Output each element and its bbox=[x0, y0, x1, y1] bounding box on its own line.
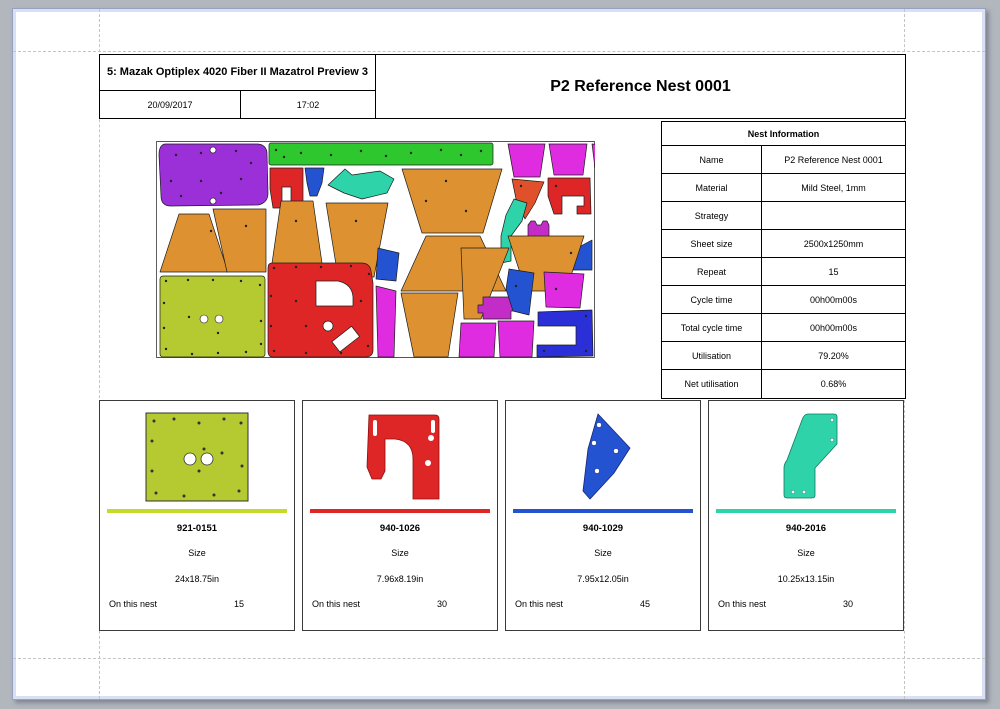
on-nest-count: 15 bbox=[234, 599, 244, 609]
on-nest-label: On this nest bbox=[718, 599, 766, 609]
part-thumbnail bbox=[709, 407, 903, 507]
on-nest-row: On this nest 30 bbox=[709, 599, 903, 609]
nest-part bbox=[498, 321, 534, 357]
machine-name-cell: 5: Mazak Optiplex 4020 Fiber II Mazatrol… bbox=[99, 54, 376, 91]
nest-part bbox=[549, 144, 587, 175]
table-row: Repeat 15 bbox=[662, 258, 905, 286]
report-date: 20/09/2017 bbox=[99, 90, 241, 119]
part-color-bar bbox=[310, 509, 490, 513]
table-row: Net utilisation 0.68% bbox=[662, 370, 905, 398]
on-nest-label: On this nest bbox=[109, 599, 157, 609]
table-row: Strategy bbox=[662, 202, 905, 230]
part-thumbnail bbox=[303, 407, 497, 507]
part-size-label: Size bbox=[100, 548, 294, 558]
report-title: P2 Reference Nest 0001 bbox=[375, 54, 906, 119]
nest-part bbox=[459, 323, 496, 357]
part-size-label: Size bbox=[303, 548, 497, 558]
report-page: 5: Mazak Optiplex 4020 Fiber II Mazatrol… bbox=[12, 8, 986, 700]
nest-part bbox=[508, 144, 545, 177]
part-size-label: Size bbox=[709, 548, 903, 558]
part-thumbnail bbox=[506, 407, 700, 507]
on-nest-label: On this nest bbox=[515, 599, 563, 609]
nest-part bbox=[544, 272, 584, 308]
table-row: Total cycle time 00h00m00s bbox=[662, 314, 905, 342]
part-size-label: Size bbox=[506, 548, 700, 558]
part-card: 940-1029 Size 7.95x12.05in On this nest … bbox=[505, 400, 701, 631]
part-thumbnail bbox=[100, 407, 294, 507]
table-row: Utilisation 79.20% bbox=[662, 342, 905, 370]
part-size-value: 7.96x8.19in bbox=[303, 574, 497, 584]
on-nest-row: On this nest 45 bbox=[506, 599, 700, 609]
on-nest-row: On this nest 15 bbox=[100, 599, 294, 609]
nest-part bbox=[160, 276, 265, 357]
part-color-bar bbox=[716, 509, 896, 513]
part-card-list: 921-0151 Size 24x18.75in On this nest 15 bbox=[99, 400, 904, 631]
part-size-value: 10.25x13.15in bbox=[709, 574, 903, 584]
nest-part bbox=[376, 248, 399, 281]
table-row: Name P2 Reference Nest 0001 bbox=[662, 146, 905, 174]
part-size-value: 24x18.75in bbox=[100, 574, 294, 584]
nest-preview-image bbox=[156, 141, 595, 358]
margin-guide-top bbox=[13, 51, 985, 52]
table-row: Sheet size 2500x1250mm bbox=[662, 230, 905, 258]
table-row: Cycle time 00h00m00s bbox=[662, 286, 905, 314]
nest-part bbox=[269, 143, 493, 165]
margin-guide-bottom bbox=[13, 658, 985, 659]
nest-information-table: Nest Information Name P2 Reference Nest … bbox=[661, 121, 906, 399]
on-nest-count: 30 bbox=[437, 599, 447, 609]
nest-part bbox=[376, 286, 396, 357]
part-color-bar bbox=[107, 509, 287, 513]
part-size-value: 7.95x12.05in bbox=[506, 574, 700, 584]
on-nest-count: 45 bbox=[640, 599, 650, 609]
part-number: 940-2016 bbox=[709, 523, 903, 534]
nest-part bbox=[268, 263, 373, 357]
on-nest-count: 30 bbox=[843, 599, 853, 609]
on-nest-label: On this nest bbox=[312, 599, 360, 609]
part-number: 940-1029 bbox=[506, 523, 700, 534]
part-card: 940-2016 Size 10.25x13.15in On this nest… bbox=[708, 400, 904, 631]
nest-information-title: Nest Information bbox=[662, 122, 905, 146]
print-preview-stage: 5: Mazak Optiplex 4020 Fiber II Mazatrol… bbox=[0, 0, 1000, 709]
part-color-bar bbox=[513, 509, 693, 513]
part-number: 921-0151 bbox=[100, 523, 294, 534]
part-card: 921-0151 Size 24x18.75in On this nest 15 bbox=[99, 400, 295, 631]
part-card: 940-1026 Size 7.96x8.19in On this nest 3… bbox=[302, 400, 498, 631]
part-number: 940-1026 bbox=[303, 523, 497, 534]
report-time: 17:02 bbox=[240, 90, 376, 119]
nest-part bbox=[159, 144, 268, 206]
table-row: Material Mild Steel, 1mm bbox=[662, 174, 905, 202]
on-nest-row: On this nest 30 bbox=[303, 599, 497, 609]
